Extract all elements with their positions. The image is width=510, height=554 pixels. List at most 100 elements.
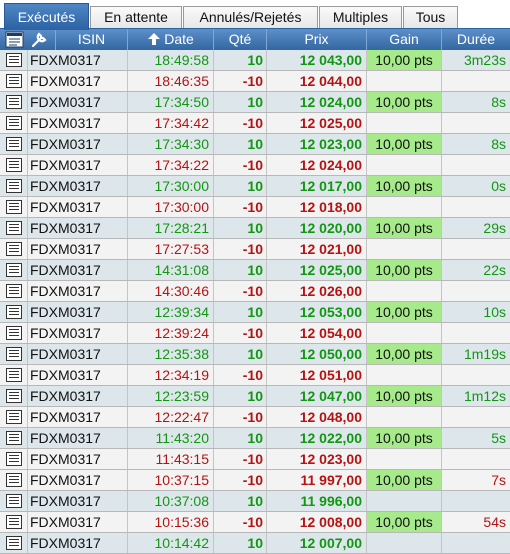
date-cell: 17:30:00: [128, 176, 214, 196]
table-row[interactable]: FDXM0317 12:39:24 -10 12 054,00: [0, 323, 510, 344]
tab-tous[interactable]: Tous: [403, 6, 458, 29]
table-row[interactable]: FDXM0317 18:49:58 10 12 043,00 10,00 pts 3m23…: [0, 50, 510, 71]
column-header-qty[interactable]: Qté: [214, 29, 267, 50]
order-details-icon[interactable]: [6, 326, 22, 340]
order-details-icon[interactable]: [6, 242, 22, 256]
order-details-icon[interactable]: [6, 200, 22, 214]
order-details-icon[interactable]: [6, 116, 22, 130]
column-header-prix[interactable]: Prix: [267, 29, 367, 50]
row-doc-cell[interactable]: [0, 92, 28, 112]
order-details-icon[interactable]: [6, 347, 22, 361]
row-doc-cell[interactable]: [0, 470, 28, 490]
price-cell: 12 018,00: [267, 197, 367, 217]
table-row[interactable]: FDXM0317 17:34:22 -10 12 024,00: [0, 155, 510, 176]
row-doc-cell[interactable]: [0, 302, 28, 322]
row-doc-cell[interactable]: [0, 344, 28, 364]
order-details-icon[interactable]: [6, 158, 22, 172]
row-doc-cell[interactable]: [0, 386, 28, 406]
order-details-icon[interactable]: [6, 389, 22, 403]
row-doc-cell[interactable]: [0, 449, 28, 469]
row-doc-cell[interactable]: [0, 239, 28, 259]
row-doc-cell[interactable]: [0, 155, 28, 175]
gain-cell: 10,00 pts: [367, 176, 442, 196]
qty-cell: 10: [214, 134, 267, 154]
order-details-icon[interactable]: [6, 410, 22, 424]
tab-en-attente[interactable]: En attente: [90, 6, 182, 29]
column-header-gain[interactable]: Gain: [367, 29, 442, 50]
duration-cell: [442, 239, 510, 259]
price-cell: 12 048,00: [267, 407, 367, 427]
gain-cell: [367, 155, 442, 175]
price-cell: 12 020,00: [267, 218, 367, 238]
column-header-duree[interactable]: Durée: [442, 29, 510, 50]
table-row[interactable]: FDXM0317 17:34:50 10 12 024,00 10,00 pts 8s: [0, 92, 510, 113]
order-details-icon[interactable]: [6, 74, 22, 88]
order-details-icon[interactable]: [6, 431, 22, 445]
table-row[interactable]: FDXM0317 18:46:35 -10 12 044,00: [0, 71, 510, 92]
table-row[interactable]: FDXM0317 12:39:34 10 12 053,00 10,00 pts 10s: [0, 302, 510, 323]
row-doc-cell[interactable]: [0, 176, 28, 196]
table-row[interactable]: FDXM0317 12:34:19 -10 12 051,00: [0, 365, 510, 386]
order-details-icon[interactable]: [6, 494, 22, 508]
table-row[interactable]: FDXM0317 14:30:46 -10 12 026,00: [0, 281, 510, 302]
row-doc-cell[interactable]: [0, 134, 28, 154]
row-doc-cell[interactable]: [0, 260, 28, 280]
order-details-icon[interactable]: [6, 221, 22, 235]
row-doc-cell[interactable]: [0, 218, 28, 238]
document-icon[interactable]: [5, 31, 24, 48]
table-row[interactable]: FDXM0317 14:31:08 10 12 025,00 10,00 pts 22s: [0, 260, 510, 281]
row-doc-cell[interactable]: [0, 71, 28, 91]
row-doc-cell[interactable]: [0, 281, 28, 301]
order-details-icon[interactable]: [6, 95, 22, 109]
table-row[interactable]: FDXM0317 17:28:21 10 12 020,00 10,00 pts 29s: [0, 218, 510, 239]
table-row[interactable]: FDXM0317 17:30:00 -10 12 018,00: [0, 197, 510, 218]
table-row[interactable]: FDXM0317 12:23:59 10 12 047,00 10,00 pts 1m12…: [0, 386, 510, 407]
table-row[interactable]: FDXM0317 10:37:08 10 11 996,00: [0, 491, 510, 512]
isin-cell: FDXM0317: [28, 428, 128, 448]
order-details-icon[interactable]: [6, 536, 22, 550]
column-header-isin[interactable]: ISIN: [56, 29, 128, 50]
table-row[interactable]: FDXM0317 17:27:53 -10 12 021,00: [0, 239, 510, 260]
isin-cell: FDXM0317: [28, 155, 128, 175]
table-row[interactable]: FDXM0317 17:34:30 10 12 023,00 10,00 pts 8s: [0, 134, 510, 155]
order-details-icon[interactable]: [6, 179, 22, 193]
row-doc-cell[interactable]: [0, 428, 28, 448]
tab-multiples[interactable]: Multiples: [319, 6, 402, 29]
table-row[interactable]: FDXM0317 11:43:20 10 12 022,00 10,00 pts 5s: [0, 428, 510, 449]
table-row[interactable]: FDXM0317 17:34:42 -10 12 025,00: [0, 113, 510, 134]
duration-cell: 3m23s: [463, 52, 506, 68]
isin-cell: FDXM0317: [28, 449, 128, 469]
table-row[interactable]: FDXM0317 10:15:36 -10 12 008,00 10,00 pts 54s: [0, 512, 510, 533]
order-details-icon[interactable]: [6, 452, 22, 466]
row-doc-cell[interactable]: [0, 323, 28, 343]
order-details-icon[interactable]: [6, 263, 22, 277]
row-doc-cell[interactable]: [0, 365, 28, 385]
row-doc-cell[interactable]: [0, 197, 28, 217]
wrench-icon[interactable]: [31, 32, 47, 48]
isin-cell: FDXM0317: [28, 344, 128, 364]
date-cell: 17:34:30: [128, 134, 214, 154]
column-header-date[interactable]: Date: [128, 29, 214, 50]
row-doc-cell[interactable]: [0, 50, 28, 70]
row-doc-cell[interactable]: [0, 407, 28, 427]
tab-executes[interactable]: Exécutés: [4, 3, 89, 30]
order-details-icon[interactable]: [6, 515, 22, 529]
tab-annules-rejetes[interactable]: Annulés/Rejetés: [183, 6, 318, 29]
order-details-icon[interactable]: [6, 284, 22, 298]
order-details-icon[interactable]: [6, 53, 22, 67]
row-doc-cell[interactable]: [0, 491, 28, 511]
isin-cell: FDXM0317: [28, 239, 128, 259]
order-details-icon[interactable]: [6, 473, 22, 487]
order-details-icon[interactable]: [6, 305, 22, 319]
table-row[interactable]: FDXM0317 10:37:15 -10 11 997,00 10,00 pts 7s: [0, 470, 510, 491]
table-row[interactable]: FDXM0317 11:43:15 -10 12 023,00: [0, 449, 510, 470]
order-details-icon[interactable]: [6, 368, 22, 382]
table-row[interactable]: FDXM0317 12:35:38 10 12 050,00 10,00 pts 1m19…: [0, 344, 510, 365]
row-doc-cell[interactable]: [0, 512, 28, 532]
order-details-icon[interactable]: [6, 137, 22, 151]
row-doc-cell[interactable]: [0, 533, 28, 553]
row-doc-cell[interactable]: [0, 113, 28, 133]
table-row[interactable]: FDXM0317 17:30:00 10 12 017,00 10,00 pts 0s: [0, 176, 510, 197]
table-row[interactable]: FDXM0317 10:14:42 10 12 007,00: [0, 533, 510, 554]
table-row[interactable]: FDXM0317 12:22:47 -10 12 048,00: [0, 407, 510, 428]
